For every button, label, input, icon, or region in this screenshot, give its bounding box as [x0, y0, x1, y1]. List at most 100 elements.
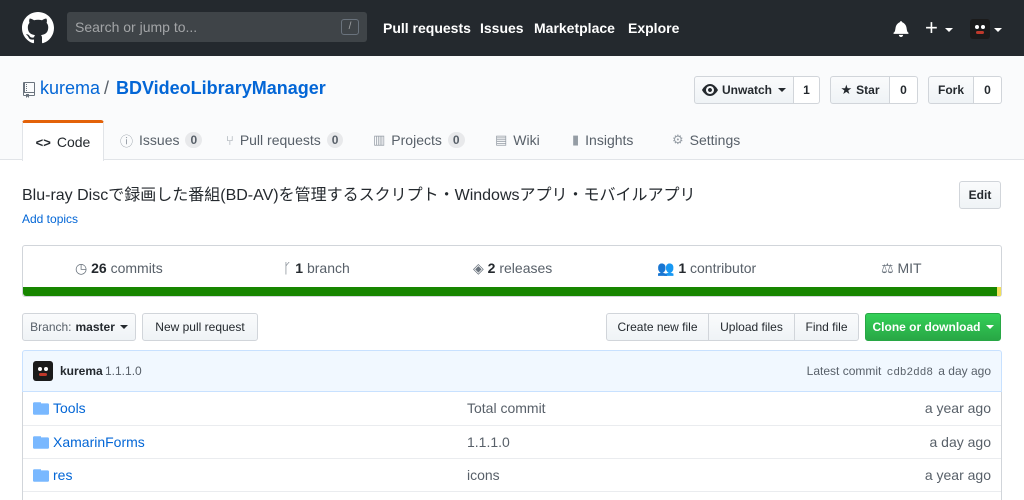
folder-icon [33, 469, 49, 482]
organization-icon: 👥 [657, 260, 675, 276]
table-row: Tools Total commit a year ago [23, 392, 1001, 425]
repo-stats-summary: ◷ 26 commits ᚴ 1 branch ◈ 2 releases 👥 1… [22, 245, 1002, 297]
file-age: a day ago [929, 434, 992, 450]
file-age: a year ago [924, 467, 991, 483]
file-commit-message[interactable]: Total commit [467, 400, 546, 416]
stars-count[interactable]: 0 [890, 76, 918, 104]
license-label: MIT [897, 260, 922, 276]
file-commit-message[interactable]: icons [467, 467, 500, 483]
folder-icon [33, 402, 49, 415]
forks-count[interactable]: 0 [974, 76, 1002, 104]
branch-count: 1 [295, 260, 304, 276]
commit-message-link[interactable]: 1.1.1.0 [105, 364, 142, 378]
watchers-count[interactable]: 1 [794, 76, 820, 104]
file-name-link[interactable]: res [53, 467, 72, 483]
contributors-count: 1 [678, 260, 687, 276]
branch-label: branch [306, 260, 350, 276]
user-avatar[interactable] [970, 19, 990, 39]
commit-author-avatar[interactable] [33, 361, 53, 381]
tab-insights[interactable]: ▮ Insights [572, 120, 633, 160]
fork-label: Fork [937, 83, 964, 97]
tab-insights-label: Insights [585, 132, 634, 148]
latest-commit-label: Latest commit [806, 364, 882, 378]
notifications-bell-icon[interactable] [893, 20, 909, 37]
issue-opened-icon: ⓘ [120, 133, 134, 149]
releases-count: 2 [487, 260, 496, 276]
contributors-label: contributor [690, 260, 757, 276]
code-icon: <> [35, 134, 51, 150]
star-icon: ★ [840, 82, 853, 97]
folder-icon [33, 436, 49, 449]
branches-stat[interactable]: ᚴ 1 branch [283, 260, 350, 276]
repo-path-separator: / [104, 78, 110, 98]
fork-button[interactable]: Fork [928, 76, 974, 104]
edit-description-button[interactable]: Edit [959, 181, 1001, 209]
star-button[interactable]: ★ Star [830, 76, 890, 104]
language-bar-secondary [997, 287, 1001, 296]
tag-icon: ◈ [473, 260, 484, 276]
tab-code[interactable]: <> Code [22, 120, 104, 161]
license-stat[interactable]: ⚖ MIT [881, 260, 922, 277]
commit-sha-link[interactable]: cdb2dd8 [887, 367, 933, 379]
repo-owner-link[interactable]: kurema [40, 78, 100, 99]
git-branch-icon: ᚴ [283, 260, 292, 276]
global-header: / Pull requests Issues Marketplace Explo… [0, 0, 1024, 56]
branch-name: master [75, 320, 115, 334]
nav-explore[interactable]: Explore [628, 20, 679, 36]
nav-marketplace[interactable]: Marketplace [534, 20, 615, 36]
tab-settings-label: Settings [689, 132, 741, 148]
new-pull-request-button[interactable]: New pull request [142, 313, 258, 341]
releases-label: releases [499, 260, 553, 276]
user-menu-caret-icon[interactable] [994, 28, 1002, 32]
repo-name-link[interactable]: BDVideoLibraryManager [116, 78, 326, 99]
add-topics-link[interactable]: Add topics [22, 212, 78, 226]
tab-settings[interactable]: ⚙ Settings [672, 120, 740, 160]
find-file-button[interactable]: Find file [794, 313, 859, 341]
create-new-plus-icon[interactable]: + [925, 14, 938, 42]
unwatch-button[interactable]: Unwatch [694, 76, 794, 104]
tab-pull-requests-label: Pull requests [239, 132, 321, 148]
tab-issues-label: Issues [139, 132, 180, 148]
graph-icon: ▮ [572, 132, 580, 147]
language-bar[interactable] [23, 287, 1001, 296]
unwatch-caret-icon [778, 88, 786, 92]
branch-prefix: Branch: [30, 320, 72, 334]
tab-projects-counter: 0 [447, 132, 465, 148]
tab-code-label: Code [56, 134, 91, 150]
table-row: XamarinForms 1.1.1.0 a day ago [23, 425, 1001, 458]
clone-or-download-button[interactable]: Clone or download [865, 313, 1001, 341]
file-commit-message[interactable]: 1.1.1.0 [467, 434, 510, 450]
gear-icon: ⚙ [672, 132, 684, 147]
tab-wiki[interactable]: ▤ Wiki [495, 120, 540, 160]
file-name-link[interactable]: Tools [53, 400, 86, 416]
commits-stat[interactable]: ◷ 26 commits [75, 260, 163, 277]
tab-pull-requests[interactable]: ⑂ Pull requests 0 [226, 120, 344, 160]
clone-label: Clone or download [872, 320, 981, 334]
tab-issues-counter: 0 [185, 132, 203, 148]
eye-icon [701, 84, 718, 96]
search-box[interactable]: / [67, 12, 367, 42]
releases-stat[interactable]: ◈ 2 releases [473, 260, 552, 277]
git-pull-request-icon: ⑂ [226, 132, 234, 148]
tab-issues[interactable]: ⓘ Issues 0 [120, 120, 203, 160]
create-menu-caret-icon[interactable] [945, 28, 953, 32]
commit-author-link[interactable]: kurema [60, 364, 103, 378]
file-name-link[interactable]: XamarinForms [53, 434, 145, 450]
latest-commit-info: Latest commit cdb2dd8 a day ago [807, 364, 991, 379]
nav-issues[interactable]: Issues [480, 20, 524, 36]
history-icon: ◷ [75, 260, 88, 276]
project-icon: ▥ [373, 132, 386, 147]
create-new-file-button[interactable]: Create new file [606, 313, 709, 341]
nav-pull-requests[interactable]: Pull requests [383, 20, 471, 36]
upload-files-button[interactable]: Upload files [708, 313, 795, 341]
tab-projects[interactable]: ▥ Projects 0 [373, 120, 465, 160]
tab-projects-label: Projects [391, 132, 442, 148]
branch-select-button[interactable]: Branch: master [22, 313, 136, 341]
github-logo-icon[interactable] [22, 12, 54, 44]
search-input[interactable] [67, 12, 337, 42]
unwatch-label: Unwatch [721, 83, 772, 97]
contributors-stat[interactable]: 👥 1 contributor [657, 260, 756, 277]
tab-pull-requests-counter: 0 [326, 132, 344, 148]
slash-shortcut-hint: / [341, 19, 359, 35]
latest-commit-bar: kurema 1.1.1.0 Latest commit cdb2dd8 a d… [22, 350, 1002, 392]
